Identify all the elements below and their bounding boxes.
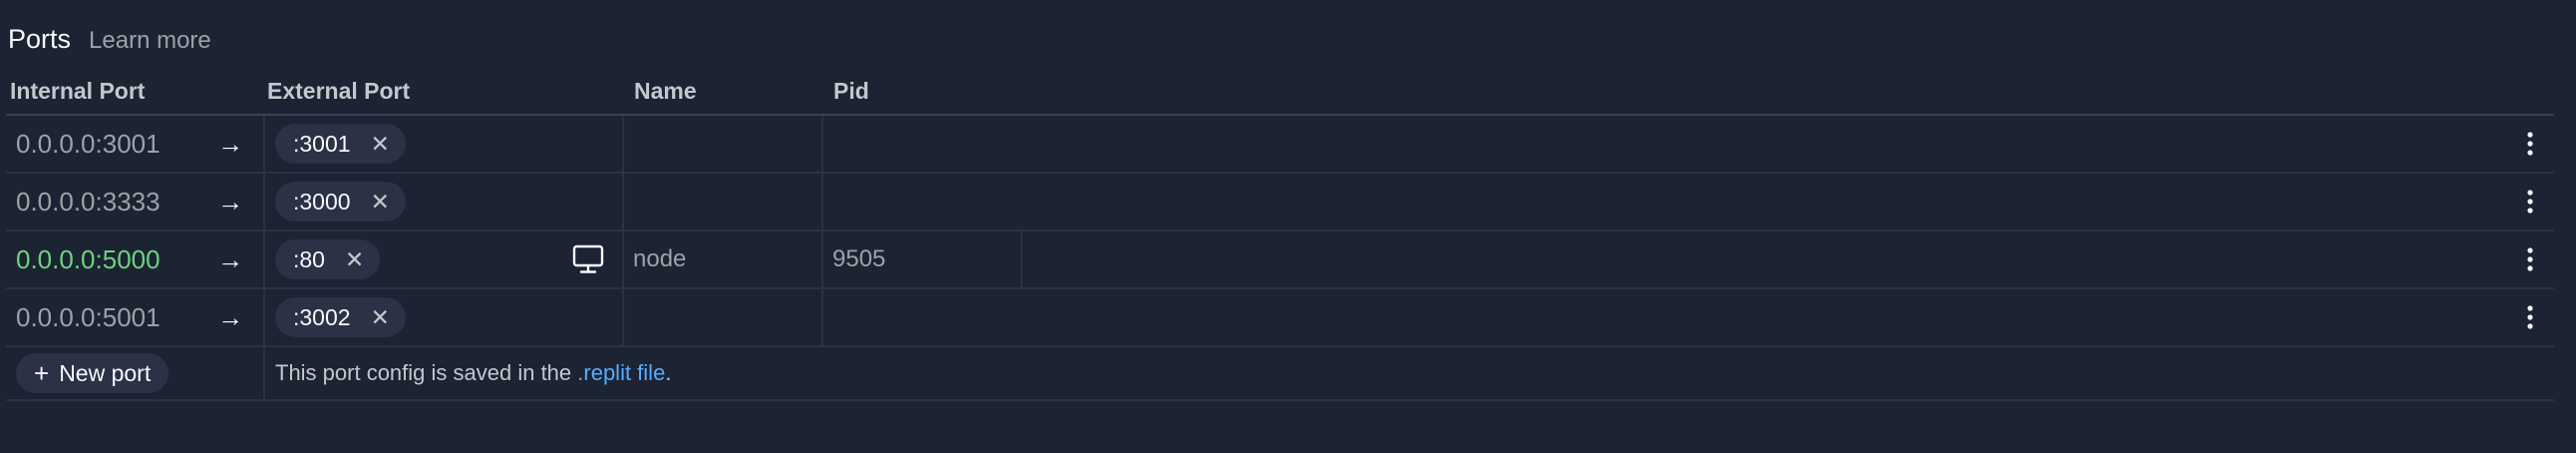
internal-port-value: 0.0.0.0:5000 bbox=[16, 244, 161, 274]
learn-more-link[interactable]: Learn more bbox=[89, 27, 211, 55]
column-divider bbox=[1021, 231, 1023, 287]
column-divider bbox=[263, 116, 265, 172]
close-icon[interactable]: ✕ bbox=[371, 131, 390, 158]
more-vertical-icon[interactable] bbox=[2520, 289, 2540, 345]
config-note-text: This port config is saved in the bbox=[275, 360, 578, 385]
column-header-name: Name bbox=[634, 78, 697, 104]
new-port-label: New port bbox=[59, 359, 152, 386]
column-divider bbox=[622, 174, 624, 229]
process-pid: 9505 bbox=[832, 245, 886, 272]
table-footer: + New port This port config is saved in … bbox=[6, 347, 2554, 401]
more-vertical-icon[interactable] bbox=[2520, 116, 2540, 172]
column-divider bbox=[821, 231, 823, 287]
internal-port-value: 0.0.0.0:3001 bbox=[16, 129, 161, 159]
arrow-right-icon: → bbox=[217, 187, 243, 217]
column-divider bbox=[263, 289, 265, 345]
column-divider bbox=[263, 174, 265, 229]
config-note-suffix: . bbox=[665, 360, 672, 385]
external-port-chip[interactable]: :3002 ✕ bbox=[275, 297, 406, 337]
port-row: 0.0.0.0:3333 → :3000 ✕ bbox=[6, 174, 2554, 231]
replit-file-link[interactable]: .replit file bbox=[577, 360, 665, 385]
external-port-label: :80 bbox=[293, 245, 325, 272]
table-header: Internal Port External Port Name Pid bbox=[6, 72, 2554, 116]
port-row: 0.0.0.0:3001 → :3001 ✕ bbox=[6, 116, 2554, 174]
internal-port-value: 0.0.0.0:3333 bbox=[16, 187, 161, 217]
external-port-label: :3002 bbox=[293, 303, 351, 330]
arrow-right-icon: → bbox=[217, 129, 243, 159]
column-divider bbox=[622, 116, 624, 172]
column-header-internal-port: Internal Port bbox=[10, 78, 146, 104]
more-vertical-icon[interactable] bbox=[2520, 231, 2540, 287]
column-divider bbox=[622, 289, 624, 345]
external-port-chip[interactable]: :3000 ✕ bbox=[275, 182, 406, 222]
arrow-right-icon: → bbox=[217, 302, 243, 332]
more-vertical-icon[interactable] bbox=[2520, 174, 2540, 229]
internal-port-value: 0.0.0.0:5001 bbox=[16, 302, 161, 332]
process-name: node bbox=[633, 245, 687, 272]
close-icon[interactable]: ✕ bbox=[345, 246, 364, 273]
external-port-chip[interactable]: :3001 ✕ bbox=[275, 124, 406, 164]
column-divider bbox=[821, 289, 823, 345]
column-divider bbox=[263, 231, 265, 287]
port-row: 0.0.0.0:5000 → :80 ✕ node 9505 bbox=[6, 231, 2554, 289]
arrow-right-icon: → bbox=[217, 244, 243, 274]
close-icon[interactable]: ✕ bbox=[371, 304, 390, 331]
external-port-chip[interactable]: :80 ✕ bbox=[275, 239, 381, 279]
external-port-label: :3001 bbox=[293, 130, 351, 157]
ports-table: Internal Port External Port Name Pid 0.0… bbox=[6, 72, 2554, 401]
config-note: This port config is saved in the .replit… bbox=[275, 347, 671, 399]
port-row: 0.0.0.0:5001 → :3002 ✕ bbox=[6, 289, 2554, 347]
column-divider bbox=[622, 231, 624, 287]
monitor-icon[interactable] bbox=[572, 244, 604, 274]
column-divider bbox=[821, 174, 823, 229]
column-divider bbox=[821, 116, 823, 172]
plus-icon: + bbox=[34, 358, 50, 388]
new-port-button[interactable]: + New port bbox=[16, 353, 169, 393]
external-port-label: :3000 bbox=[293, 188, 351, 215]
close-icon[interactable]: ✕ bbox=[371, 189, 390, 216]
page-title: Ports bbox=[8, 24, 72, 54]
column-header-pid: Pid bbox=[833, 78, 869, 104]
column-header-external-port: External Port bbox=[267, 78, 411, 104]
ports-panel: Ports Learn more Internal Port External … bbox=[0, 0, 2576, 453]
ports-header: Ports Learn more bbox=[8, 24, 211, 64]
column-divider bbox=[263, 347, 265, 399]
